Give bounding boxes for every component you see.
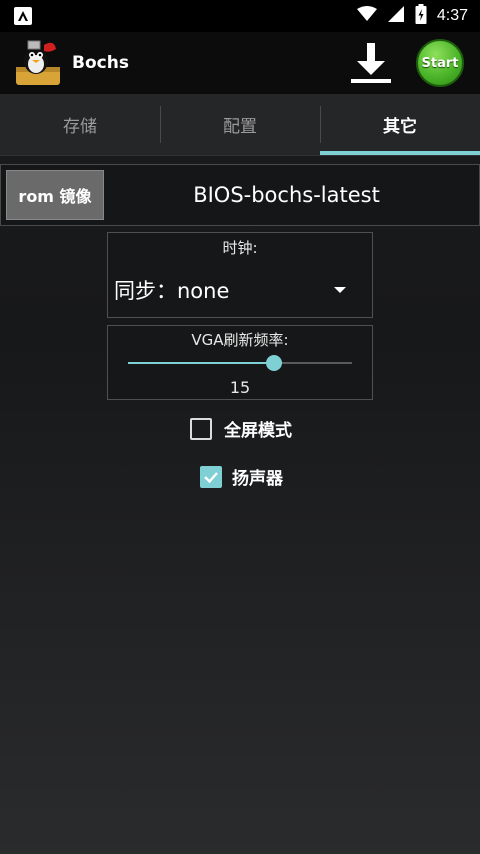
fullscreen-option[interactable]: 全屏模式 [190,416,292,441]
vga-value: 15 [229,378,251,397]
clock-sync-value: 同步：none [114,279,230,303]
checkmark-icon [204,471,218,483]
status-time: 4:37 [436,7,468,24]
fullscreen-label: 全屏模式 [224,421,292,441]
download-icon [351,43,391,83]
vga-label: VGA刷新频率: [191,331,289,349]
signal-icon [387,5,405,27]
rom-image-button[interactable]: rom 镜像 [6,170,104,220]
rom-value: BIOS-bochs-latest [193,183,380,207]
bochs-logo-icon [14,39,62,87]
speaker-checkbox[interactable] [200,465,222,488]
speaker-option[interactable]: 扬声器 [200,464,283,489]
notification-icon [14,7,32,25]
status-bar: 4:37 [0,0,480,32]
rom-row: rom 镜像 BIOS-bochs-latest [0,164,480,226]
tab-storage[interactable]: 存储 [0,94,160,155]
battery-icon [415,4,427,28]
fullscreen-checkbox[interactable] [190,417,212,440]
slider-fill [128,362,274,364]
tab-bar: 存储 配置 其它 [0,94,480,156]
action-bar: Bochs Start [0,32,480,94]
wifi-icon [356,6,377,26]
app-title: Bochs [72,53,129,73]
tab-config[interactable]: 配置 [160,94,320,155]
clock-sync-dropdown[interactable]: 同步：none [114,273,366,307]
speaker-label: 扬声器 [232,469,283,489]
vga-refresh-slider[interactable] [128,355,352,371]
download-button[interactable] [346,38,396,88]
slider-thumb[interactable] [265,355,282,371]
tab-other[interactable]: 其它 [320,94,480,155]
clock-label: 时钟: [222,239,258,257]
start-button[interactable]: Start [416,39,464,87]
vga-section: VGA刷新频率: 15 [107,325,373,400]
clock-section: 时钟: 同步：none [107,232,373,318]
dropdown-arrow-icon [334,287,346,293]
